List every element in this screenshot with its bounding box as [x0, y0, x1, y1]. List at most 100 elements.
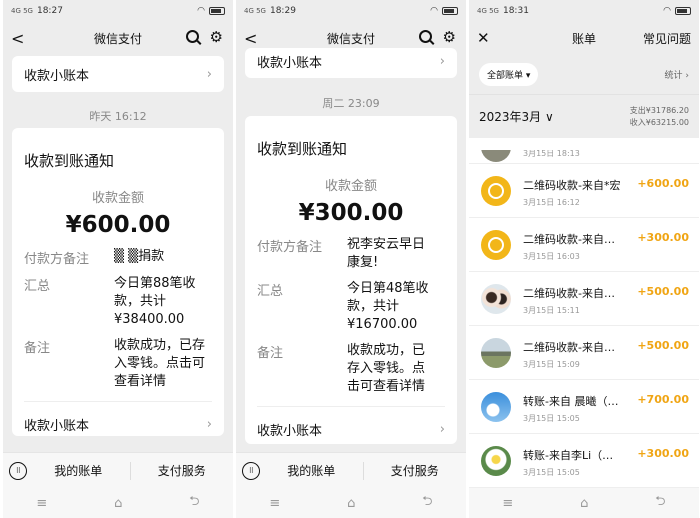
transaction-date: 3月15日 15:09 [523, 360, 580, 369]
my-bill-button[interactable]: 我的账单 [260, 462, 363, 479]
battery-icon [675, 6, 691, 15]
chevron-right-icon: › [439, 53, 445, 69]
signal-indicator: 4G 5G [11, 7, 33, 15]
avatar [481, 284, 511, 314]
transaction-date: 3月15日 15:05 [523, 414, 580, 423]
back-icon[interactable]: < [244, 29, 257, 48]
message-timestamp: 周二 23:09 [322, 97, 380, 110]
back-icon[interactable]: < [11, 29, 24, 48]
home-icon[interactable]: ⌂ [114, 496, 122, 511]
list-item[interactable]: 二维码收款-来自*宏 3月15日 16:12 +600.00 [469, 164, 699, 218]
chat-screen-2: 4G 5G 18:29 ◠ < 微信支付 ⚙ 收款小账本 › 周二 23:09 收款… [236, 0, 466, 518]
back-nav-icon[interactable]: ⮌ [655, 492, 665, 514]
transaction-name: 二维码收款-来自… [523, 341, 615, 354]
back-nav-icon[interactable]: ⮌ [422, 492, 432, 514]
pay-service-button[interactable]: 支付服务 [364, 462, 467, 479]
amount-value: ¥600.00 [65, 212, 171, 238]
nav-bar: < 微信支付 ⚙ [3, 22, 233, 54]
system-nav: ≡ ⌂ ⮌ [236, 488, 466, 518]
transaction-date: 3月15日 15:05 [523, 468, 580, 477]
transaction-amount: +300.00 [637, 231, 689, 244]
amount-label: 收款金额 [324, 179, 377, 194]
payment-notice-card[interactable]: 收款到账通知 收款金额 ¥600.00 付款方备注 ▒ ▒捐款 汇总 今日第88笔收… [12, 128, 224, 436]
gear-icon[interactable]: ⚙ [443, 28, 456, 46]
system-nav: ≡ ⌂ ⮌ [3, 488, 233, 518]
payer-note-value: ▒ ▒捐款 [114, 249, 165, 264]
summary-row: 汇总 今日第88笔收款，共计¥38400.00 [24, 276, 196, 327]
amount-value: ¥300.00 [298, 200, 404, 226]
amount-label: 收款金额 [91, 191, 144, 206]
list-item[interactable]: 二维码收款-来自… 3月15日 15:09 +500.00 [469, 326, 699, 380]
avatar [481, 392, 511, 422]
bottom-menu: ⠿ 我的账单 支付服务 [236, 452, 466, 488]
ledger-link[interactable]: 收款小账本 [257, 420, 322, 439]
ledger-link[interactable]: 收款小账本 [257, 52, 322, 71]
status-bar: 4G 5G 18:31 ◠ [469, 0, 699, 22]
clock: 18:29 [269, 6, 296, 16]
pay-service-button[interactable]: 支付服务 [131, 462, 234, 479]
faq-link[interactable]: 常见问题 [643, 30, 691, 47]
expense-total: 支出¥31786.20 [629, 105, 689, 115]
my-bill-button[interactable]: 我的账单 [27, 462, 130, 479]
home-icon[interactable]: ⌂ [580, 496, 588, 511]
wifi-icon: ◠ [663, 6, 671, 16]
statistics-link[interactable]: 统计 › [665, 68, 689, 81]
payer-note-row: 付款方备注 ▒ ▒捐款 [24, 249, 165, 267]
avatar [481, 446, 511, 476]
search-icon[interactable] [186, 30, 199, 43]
payer-note-value: 祝李安云早日康复! [347, 237, 426, 270]
all-bills-filter[interactable]: 全部账单 ▾ [479, 62, 539, 86]
search-icon[interactable] [419, 30, 432, 43]
transaction-name: 二维码收款-来自… [523, 233, 615, 246]
wifi-icon: ◠ [197, 6, 205, 16]
back-nav-icon[interactable]: ⮌ [189, 492, 199, 514]
system-nav: ≡ ⌂ ⮌ [469, 488, 699, 518]
income-total: 收入¥63215.00 [629, 117, 689, 127]
filter-bar: 全部账单 ▾ 统计 › [469, 54, 699, 94]
ledger-link[interactable]: 收款小账本 [24, 415, 89, 434]
divider [24, 401, 212, 402]
transaction-name: 二维码收款-来自*宏 [523, 179, 621, 192]
battery-icon [209, 6, 225, 15]
message-timestamp: 昨天 16:12 [89, 110, 147, 123]
gear-icon[interactable]: ⚙ [210, 28, 223, 46]
clock: 18:27 [36, 6, 63, 16]
ledger-link[interactable]: 收款小账本 [24, 65, 89, 84]
keyboard-icon[interactable]: ⠿ [9, 461, 27, 480]
month-selector[interactable]: 2023年3月 ∨ [479, 108, 554, 125]
menu-icon[interactable]: ≡ [269, 496, 280, 511]
menu-icon[interactable]: ≡ [36, 496, 47, 511]
list-item[interactable]: 3月15日 18:13 [469, 150, 699, 164]
signal-indicator: 4G 5G [244, 7, 266, 15]
list-item[interactable]: 转账-来自 晨曦（… 3月15日 15:05 +700.00 [469, 380, 699, 434]
month-header: 2023年3月 ∨ 支出¥31786.20 收入¥63215.00 [469, 94, 699, 138]
transaction-amount: +300.00 [637, 447, 689, 460]
transaction-name: 转账-来自 晨曦（… [523, 395, 619, 408]
transaction-name: 二维码收款-来自… [523, 287, 615, 300]
remark-row: 备注 收款成功，已存入零钱。点击可查看详情 [257, 343, 426, 394]
close-icon[interactable]: ✕ [477, 29, 490, 47]
battery-icon [442, 6, 458, 15]
transaction-list: 3月15日 18:13 二维码收款-来自*宏 3月15日 16:12 +600.… [469, 150, 699, 488]
list-item[interactable]: 转账-来自李Li（… 3月15日 15:05 +300.00 [469, 434, 699, 488]
list-item[interactable]: 二维码收款-来自… 3月15日 15:11 +500.00 [469, 272, 699, 326]
menu-icon[interactable]: ≡ [502, 496, 513, 511]
keyboard-icon[interactable]: ⠿ [242, 461, 260, 480]
notice-title: 收款到账通知 [257, 140, 348, 158]
divider [257, 406, 445, 407]
transaction-amount: +700.00 [637, 393, 689, 406]
ledger-card-top[interactable]: 收款小账本 › [12, 56, 224, 92]
notice-title: 收款到账通知 [24, 152, 115, 170]
list-item[interactable]: 二维码收款-来自… 3月15日 16:03 +300.00 [469, 218, 699, 272]
bill-screen: 4G 5G 18:31 ◠ ✕ 账单 常见问题 全部账单 ▾ 统计 › 2023年… [469, 0, 699, 518]
payer-note-row: 付款方备注 祝李安云早日康复! [245, 236, 457, 272]
home-icon[interactable]: ⌂ [347, 496, 355, 511]
ledger-card-top[interactable]: 收款小账本 › [245, 48, 457, 78]
chevron-right-icon: › [206, 416, 212, 432]
chat-screen-1: 4G 5G 18:27 ◠ < 微信支付 ⚙ 收款小账本 › 昨天 16:12 收款… [3, 0, 233, 518]
transaction-date: 3月15日 16:03 [523, 252, 580, 261]
status-bar: 4G 5G 18:27 ◠ [3, 0, 233, 22]
summary-row: 汇总 今日第48笔收款，共计¥16700.00 [257, 281, 429, 332]
payment-notice-card[interactable]: 收款到账通知 收款金额 ¥300.00 付款方备注 祝李安云早日康复! 汇总 今日第… [245, 116, 457, 444]
gold-coin-icon [481, 176, 511, 206]
